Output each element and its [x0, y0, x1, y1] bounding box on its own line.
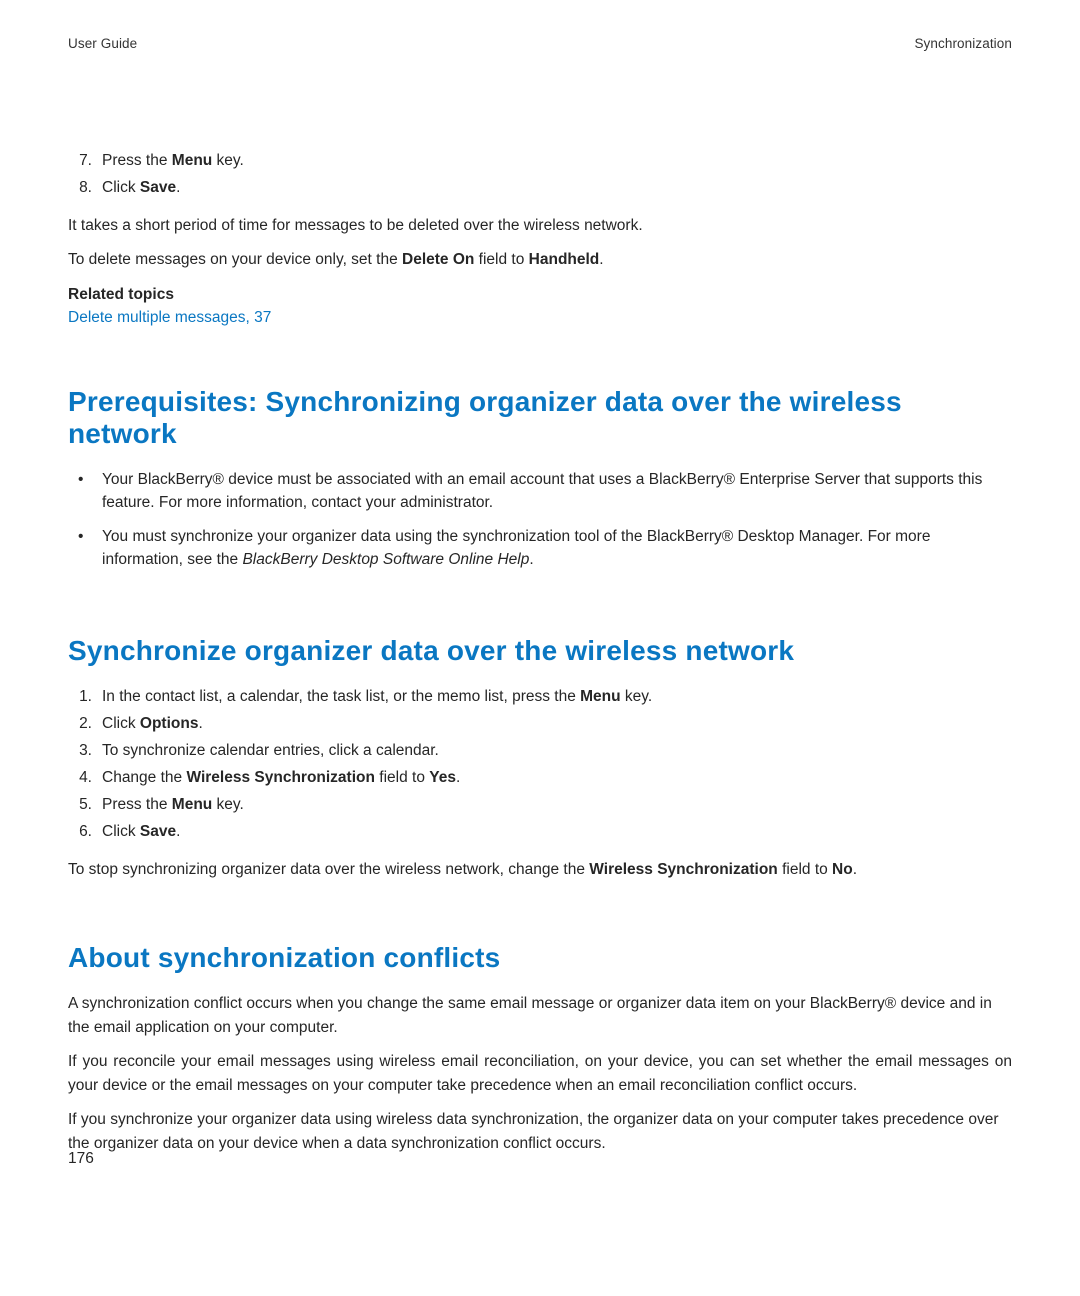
list-item: 6. Click Save. [68, 820, 1012, 844]
running-header: User Guide Synchronization [68, 36, 1012, 51]
step-number: 1. [68, 685, 92, 709]
body-paragraph: If you reconcile your email messages usi… [68, 1050, 1012, 1098]
related-topic-link[interactable]: Delete multiple messages, 37 [68, 306, 1012, 330]
step-number: 3. [68, 739, 92, 763]
list-item: 1. In the contact list, a calendar, the … [68, 685, 1012, 709]
list-item: You must synchronize your organizer data… [68, 525, 1012, 572]
step-number: 8. [68, 176, 92, 200]
related-topics-heading: Related topics [68, 286, 1012, 304]
list-item: 2. Click Options. [68, 712, 1012, 736]
body-paragraph: If you synchronize your organizer data u… [68, 1108, 1012, 1156]
bullet-text: You must synchronize your organizer data… [102, 528, 930, 568]
step-text: Click Save. [102, 179, 180, 196]
step-text: Click Options. [102, 715, 203, 732]
step-number: 7. [68, 149, 92, 173]
header-right: Synchronization [914, 36, 1012, 51]
step-text: Change the Wireless Synchronization fiel… [102, 769, 460, 786]
bullet-text: Your BlackBerry® device must be associat… [102, 471, 982, 511]
prereq-bullets: Your BlackBerry® device must be associat… [68, 468, 1012, 571]
list-item: 5. Press the Menu key. [68, 793, 1012, 817]
list-item: Your BlackBerry® device must be associat… [68, 468, 1012, 515]
list-item: 3. To synchronize calendar entries, clic… [68, 739, 1012, 763]
page-content: 7. Press the Menu key. 8. Click Save. It… [68, 149, 1012, 1156]
body-paragraph: A synchronization conflict occurs when y… [68, 992, 1012, 1040]
step-number: 5. [68, 793, 92, 817]
header-left: User Guide [68, 36, 137, 51]
step-number: 4. [68, 766, 92, 790]
section-heading-prerequisites: Prerequisites: Synchronizing organizer d… [68, 386, 1012, 450]
page-number: 176 [68, 1150, 94, 1168]
list-item: 7. Press the Menu key. [68, 149, 1012, 173]
step-number: 6. [68, 820, 92, 844]
step-text: In the contact list, a calendar, the tas… [102, 688, 652, 705]
step-text: Press the Menu key. [102, 152, 244, 169]
list-item: 8. Click Save. [68, 176, 1012, 200]
page: User Guide Synchronization 7. Press the … [0, 0, 1080, 1296]
step-text: To synchronize calendar entries, click a… [102, 742, 439, 759]
list-item: 4. Change the Wireless Synchronization f… [68, 766, 1012, 790]
section-heading-conflicts: About synchronization conflicts [68, 942, 1012, 974]
step-text: Press the Menu key. [102, 796, 244, 813]
body-paragraph: To delete messages on your device only, … [68, 248, 1012, 272]
body-paragraph: It takes a short period of time for mess… [68, 214, 1012, 238]
step-number: 2. [68, 712, 92, 736]
sync-steps: 1. In the contact list, a calendar, the … [68, 685, 1012, 844]
body-paragraph: To stop synchronizing organizer data ove… [68, 858, 1012, 882]
step-text: Click Save. [102, 823, 180, 840]
section-heading-synchronize: Synchronize organizer data over the wire… [68, 635, 1012, 667]
intro-steps: 7. Press the Menu key. 8. Click Save. [68, 149, 1012, 200]
